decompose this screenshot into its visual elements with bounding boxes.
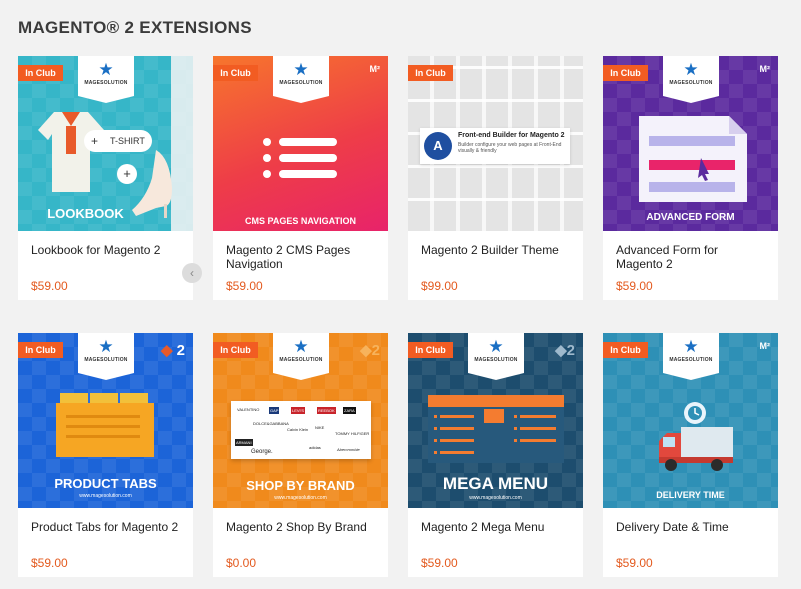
menu-list-icon xyxy=(263,138,337,178)
in-club-badge: In Club xyxy=(408,65,453,81)
brand-logo: ★ MAGESOLUTION xyxy=(663,333,719,380)
in-club-badge: In Club xyxy=(408,342,453,358)
brand-logo: ★ MAGESOLUTION xyxy=(273,56,329,103)
plus-icon: + xyxy=(91,134,99,148)
product-card-shop-by-brand[interactable]: In Club ★ MAGESOLUTION ◆2 VALENTINO GAP … xyxy=(213,333,388,577)
in-club-badge: In Club xyxy=(213,65,258,81)
tabs-icon xyxy=(56,393,154,457)
product-name[interactable]: Magento 2 Shop By Brand xyxy=(226,520,376,534)
image-caption: ADVANCED FORM xyxy=(646,212,735,223)
product-price: $59.00 xyxy=(226,279,263,293)
image-url: www.magesolution.com xyxy=(274,495,327,501)
product-price: $59.00 xyxy=(616,279,653,293)
star-logo-icon: ★ xyxy=(98,60,114,79)
product-image[interactable]: In Club ★ MAGESOLUTION M² ADVANCED FORM xyxy=(603,56,778,231)
image-caption: DELIVERY TIME xyxy=(656,490,725,500)
star-logo-icon: ★ xyxy=(488,337,504,356)
star-logo-icon: ★ xyxy=(293,337,309,356)
magento-m2-icon: M² xyxy=(759,341,771,351)
tshirt-tag: + T-SHIRT xyxy=(84,130,152,152)
builder-banner: A Front-end Builder for Magento 2 Builde… xyxy=(420,128,570,164)
product-card-advanced-form[interactable]: In Club ★ MAGESOLUTION M² ADVANCED FORM … xyxy=(603,56,778,300)
builder-logo-icon: A xyxy=(424,132,452,160)
in-club-badge: In Club xyxy=(18,342,63,358)
star-logo-icon: ★ xyxy=(683,60,699,79)
image-caption: SHOP BY BRAND xyxy=(246,478,355,493)
image-caption: LOOKBOOK xyxy=(47,206,124,221)
product-name[interactable]: Lookbook for Magento 2 xyxy=(31,243,181,257)
product-price: $59.00 xyxy=(616,556,653,570)
mega-menu-icon xyxy=(428,395,564,463)
brand-logo: ★ MAGESOLUTION xyxy=(273,333,329,380)
magento-m2-icon: M² xyxy=(759,64,771,74)
brand-logo: ★ MAGESOLUTION xyxy=(78,56,134,103)
product-image[interactable]: In Club ★ MAGESOLUTION ◆2 MEGA MENU www.… xyxy=(408,333,583,508)
product-card-delivery-time[interactable]: In Club ★ MAGESOLUTION M² DELIVERY TIME … xyxy=(603,333,778,577)
in-club-badge: In Club xyxy=(603,342,648,358)
in-club-badge: In Club xyxy=(603,65,648,81)
form-icon xyxy=(639,116,747,202)
magento-m2-icon: M² xyxy=(369,64,381,74)
product-price: $59.00 xyxy=(31,279,68,293)
product-image[interactable]: In Club ★ MAGESOLUTION M² CMS PAGES NAVI… xyxy=(213,56,388,231)
product-name[interactable]: Magento 2 Builder Theme xyxy=(421,243,571,257)
magento-logo-icon: ◆ 2 xyxy=(160,342,185,359)
star-logo-icon: ★ xyxy=(293,60,309,79)
product-price: $59.00 xyxy=(31,556,68,570)
tshirt-icon xyxy=(38,112,104,192)
star-logo-icon: ★ xyxy=(683,337,699,356)
product-card-builder-theme[interactable]: In Club A Front-end Builder for Magento … xyxy=(408,56,583,300)
image-caption: CMS PAGES NAVIGATION xyxy=(244,216,356,226)
product-card-cms-navigation[interactable]: In Club ★ MAGESOLUTION M² CMS PAGES NAVI… xyxy=(213,56,388,300)
magento-logo-icon: ◆2 xyxy=(555,342,575,359)
image-caption: PRODUCT TABS xyxy=(54,476,157,491)
image-url: www.magesolution.com xyxy=(469,495,522,501)
product-name[interactable]: Advanced Form for Magento 2 xyxy=(616,243,766,271)
product-image[interactable]: In Club ★ MAGESOLUTION M² DELIVERY TIME xyxy=(603,333,778,508)
brand-logo: ★ MAGESOLUTION xyxy=(663,56,719,103)
in-club-badge: In Club xyxy=(213,342,258,358)
product-image[interactable]: In Club ★ MAGESOLUTION + T-SHIRT + LOOKB… xyxy=(18,56,193,231)
brand-logos-board: VALENTINO GAP LEVI'S REEBOK ZARA DOLCE&G… xyxy=(231,401,371,459)
product-name[interactable]: Magento 2 CMS Pages Navigation xyxy=(226,243,376,271)
product-card-product-tabs[interactable]: In Club ★ MAGESOLUTION ◆ 2 PRODUCT TABS … xyxy=(18,333,193,577)
image-url: www.magesolution.com xyxy=(79,493,132,499)
product-name[interactable]: Product Tabs for Magento 2 xyxy=(31,520,181,534)
magento-logo-icon: ◆2 xyxy=(360,342,380,359)
image-caption: MEGA MENU xyxy=(442,474,549,493)
brand-logo: ★ MAGESOLUTION xyxy=(468,333,524,380)
section-title: MAGENTO® 2 EXTENSIONS xyxy=(18,18,252,37)
product-card-mega-menu[interactable]: In Club ★ MAGESOLUTION ◆2 MEGA MENU www.… xyxy=(408,333,583,577)
product-price: $0.00 xyxy=(226,556,257,570)
plus-hotspot-icon[interactable]: + xyxy=(117,164,137,184)
product-price: $59.00 xyxy=(421,556,458,570)
product-price: $99.00 xyxy=(421,279,458,293)
star-logo-icon: ★ xyxy=(98,337,114,356)
brand-logo: ★ MAGESOLUTION xyxy=(78,333,134,380)
prev-arrow-icon[interactable]: ‹ xyxy=(182,263,202,283)
product-card-lookbook[interactable]: In Club ★ MAGESOLUTION + T-SHIRT + LOOKB… xyxy=(18,56,193,300)
product-image[interactable]: In Club A Front-end Builder for Magento … xyxy=(408,56,583,231)
delivery-truck-icon xyxy=(659,402,733,471)
product-image[interactable]: In Club ★ MAGESOLUTION ◆ 2 PRODUCT TABS … xyxy=(18,333,193,508)
product-name[interactable]: Magento 2 Mega Menu xyxy=(421,520,571,534)
in-club-badge: In Club xyxy=(18,65,63,81)
product-name[interactable]: Delivery Date & Time xyxy=(616,520,766,534)
product-image[interactable]: In Club ★ MAGESOLUTION ◆2 VALENTINO GAP … xyxy=(213,333,388,508)
